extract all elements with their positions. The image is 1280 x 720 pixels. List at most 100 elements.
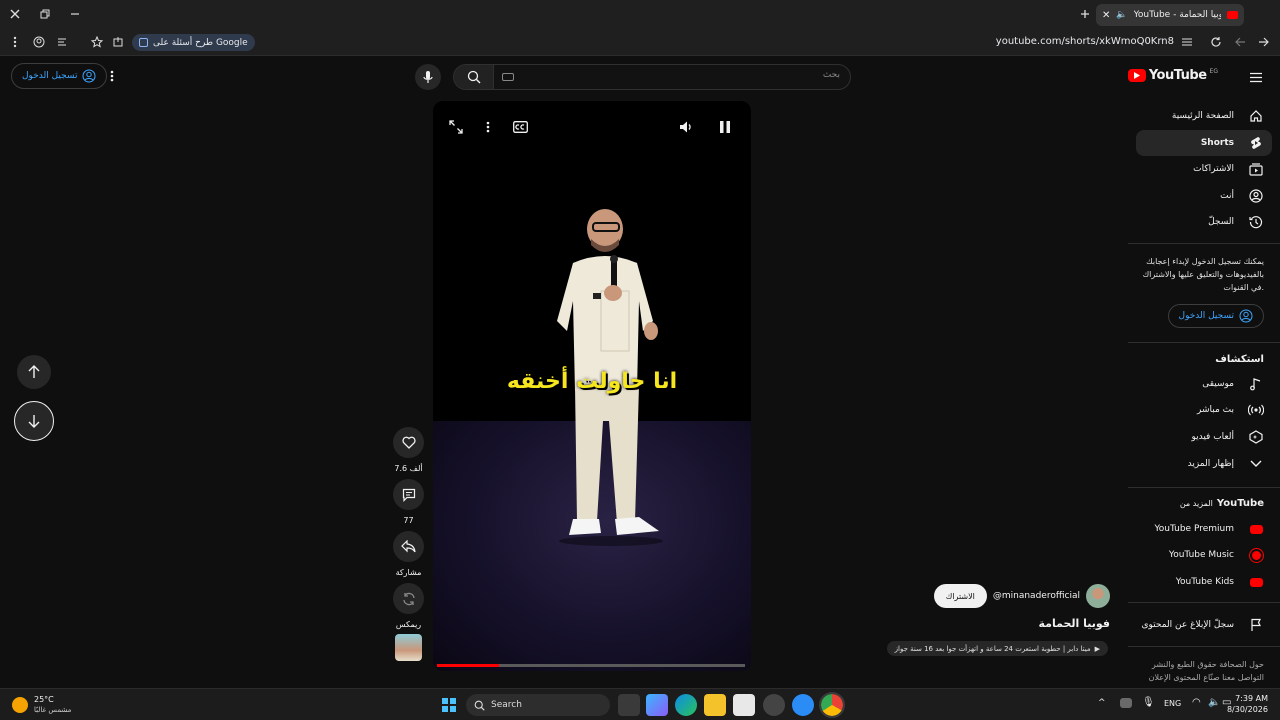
store-icon[interactable] bbox=[733, 694, 755, 716]
comment-count: 77 bbox=[403, 516, 414, 525]
forward-icon[interactable] bbox=[1253, 31, 1275, 53]
browser-menu-icon[interactable] bbox=[4, 31, 26, 53]
like-action[interactable]: 7.6 ألف bbox=[393, 427, 424, 473]
previous-short-button[interactable] bbox=[17, 355, 51, 389]
short-title[interactable]: فوبيا الحمامة bbox=[1039, 617, 1111, 630]
search-button[interactable] bbox=[454, 65, 494, 89]
active-tab[interactable]: ✕ 🔈 YouTube - فوبيا الحمامة bbox=[1096, 4, 1244, 26]
sidebar-item-you[interactable]: أنت bbox=[1136, 183, 1272, 209]
page-settings-icon[interactable] bbox=[1176, 31, 1198, 53]
back-icon[interactable] bbox=[1229, 31, 1251, 53]
comment-button[interactable] bbox=[393, 479, 424, 510]
comment-action[interactable]: 77 bbox=[393, 479, 424, 525]
restore-window-icon[interactable] bbox=[34, 3, 56, 25]
account-icon bbox=[1239, 309, 1253, 323]
sidebar-item-report[interactable]: سجلّ الإبلاغ عن المحتوى bbox=[1136, 612, 1272, 638]
subscribe-button[interactable]: الاشتراك bbox=[933, 584, 987, 608]
more-from-brand: YouTube bbox=[1216, 498, 1264, 509]
sidebar-item-kids[interactable]: YouTube Kids bbox=[1136, 569, 1272, 595]
reading-list-icon[interactable] bbox=[52, 31, 74, 53]
sidebar-divider bbox=[1128, 602, 1280, 603]
settings-more-icon[interactable] bbox=[101, 65, 123, 87]
volume-tray-icon[interactable]: 🔈 bbox=[1208, 697, 1220, 708]
header-sign-in-button[interactable]: تسجيل الدخول bbox=[11, 63, 108, 89]
pause-icon[interactable] bbox=[714, 116, 736, 138]
like-button[interactable] bbox=[393, 427, 424, 458]
more-from-heading: المزيد من YouTube bbox=[1180, 498, 1264, 509]
sidebar-divider bbox=[1128, 646, 1280, 647]
sidebar-item-live[interactable]: بث مباشر bbox=[1136, 397, 1272, 423]
fullscreen-icon[interactable] bbox=[445, 116, 467, 138]
sidebar-sign-in-button[interactable]: تسجيل الدخول bbox=[1167, 304, 1264, 328]
sidebar-item-subscriptions[interactable]: الاشتراكات bbox=[1136, 156, 1272, 182]
browser-app-icon[interactable] bbox=[792, 694, 814, 716]
new-tab-icon[interactable] bbox=[1074, 3, 1096, 25]
channel-handle[interactable]: @minanaderofficial bbox=[993, 591, 1080, 601]
lens-icon bbox=[139, 38, 148, 47]
you-icon bbox=[1248, 188, 1264, 204]
footer-links-1[interactable]: حول الصحافة حقوق الطبع والنشر bbox=[1136, 658, 1264, 671]
next-short-button[interactable] bbox=[14, 401, 54, 441]
footer-links-2[interactable]: التواصل معنا صنّاع المحتوى الإعلان bbox=[1136, 671, 1264, 684]
sound-thumbnail[interactable] bbox=[395, 634, 422, 661]
edge-icon[interactable] bbox=[675, 694, 697, 716]
sidebar-item-shorts[interactable]: Shorts bbox=[1136, 130, 1272, 156]
volume-icon[interactable] bbox=[675, 116, 697, 138]
share-page-icon[interactable] bbox=[107, 31, 129, 53]
close-window-icon[interactable] bbox=[4, 3, 26, 25]
share-label: مشاركة bbox=[395, 568, 422, 577]
chrome-icon[interactable] bbox=[819, 692, 845, 718]
sidebar-item-label: YouTube Kids bbox=[1175, 577, 1234, 587]
clock[interactable]: 7:39 AM 8/30/2026 bbox=[1227, 693, 1268, 715]
weather-widget[interactable]: 25°C مشمس غالبًا bbox=[12, 694, 71, 716]
remix-button[interactable] bbox=[393, 583, 424, 614]
progress-bar[interactable] bbox=[437, 664, 745, 667]
sidebar-item-history[interactable]: السجلّ bbox=[1136, 209, 1272, 235]
sidebar: الصفحة الرئيسية Shorts الاشتراكات أنت ال… bbox=[1128, 56, 1280, 686]
widgets-icon[interactable] bbox=[646, 694, 668, 716]
sound-pill-text: ميتا دابر | حطوبة استعرت 24 ساعة و اتهزأ… bbox=[894, 644, 1091, 653]
sound-pill[interactable]: ميتا دابر | حطوبة استعرت 24 ساعة و اتهزأ… bbox=[886, 641, 1108, 656]
sidebar-item-music[interactable]: موسيقى bbox=[1136, 371, 1272, 397]
reload-icon[interactable] bbox=[1205, 31, 1227, 53]
remix-action[interactable]: ريمكس bbox=[393, 583, 424, 629]
profile-icon[interactable] bbox=[28, 31, 50, 53]
sidebar-item-show-more[interactable]: إظهار المزيد bbox=[1136, 451, 1272, 477]
search-icon bbox=[474, 700, 485, 711]
search-input[interactable]: بحث bbox=[823, 70, 840, 80]
show-hidden-icons-icon[interactable]: ^ bbox=[1098, 698, 1106, 708]
voice-search-button[interactable] bbox=[415, 64, 441, 90]
search-box[interactable]: بحث bbox=[453, 64, 851, 90]
sidebar-item-music-app[interactable]: YouTube Music bbox=[1136, 542, 1272, 568]
task-view-icon[interactable] bbox=[618, 694, 640, 716]
sidebar-item-home[interactable]: الصفحة الرئيسية bbox=[1136, 103, 1272, 129]
windows-start-icon[interactable] bbox=[438, 694, 460, 716]
sidebar-item-gaming[interactable]: ألعاب فيديو bbox=[1136, 424, 1272, 450]
language-indicator[interactable]: ENG bbox=[1164, 699, 1181, 708]
mic-tray-icon[interactable]: 🎙 bbox=[1142, 697, 1155, 708]
bookmark-star-icon[interactable] bbox=[86, 31, 108, 53]
wifi-icon[interactable]: ◠ bbox=[1192, 697, 1201, 708]
google-lens-chip[interactable]: طرح أسئلة على Google bbox=[132, 34, 255, 51]
chevron-down-icon bbox=[1248, 456, 1264, 472]
channel-avatar[interactable] bbox=[1086, 584, 1110, 608]
share-button[interactable] bbox=[393, 531, 424, 562]
tray-app-icon[interactable] bbox=[1120, 698, 1132, 708]
sidebar-item-premium[interactable]: YouTube Premium bbox=[1136, 516, 1272, 542]
shorts-player[interactable]: انا حاولت أخنقه bbox=[433, 101, 751, 671]
sign-in-note: يمكنك تسجيل الدخول لإبداء إعجابك بالفيدي… bbox=[1142, 257, 1264, 292]
taskbar-search[interactable]: Search bbox=[466, 694, 610, 716]
url-text[interactable]: youtube.com/shorts/xkWmoQ0Krn8 bbox=[996, 36, 1174, 47]
sidebar-item-label: سجلّ الإبلاغ عن المحتوى bbox=[1141, 620, 1234, 630]
player-more-icon[interactable] bbox=[477, 116, 499, 138]
keyboard-icon[interactable] bbox=[502, 73, 514, 81]
captions-icon[interactable] bbox=[509, 116, 531, 138]
minimize-window-icon[interactable] bbox=[64, 3, 86, 25]
settings-app-icon[interactable] bbox=[763, 694, 785, 716]
gaming-icon bbox=[1248, 429, 1264, 445]
close-tab-icon[interactable]: ✕ bbox=[1102, 10, 1110, 21]
share-action[interactable]: مشاركة bbox=[393, 531, 424, 577]
tab-audio-icon[interactable]: 🔈 bbox=[1116, 10, 1127, 20]
file-explorer-icon[interactable] bbox=[704, 694, 726, 716]
sidebar-item-label: بث مباشر bbox=[1197, 405, 1234, 415]
